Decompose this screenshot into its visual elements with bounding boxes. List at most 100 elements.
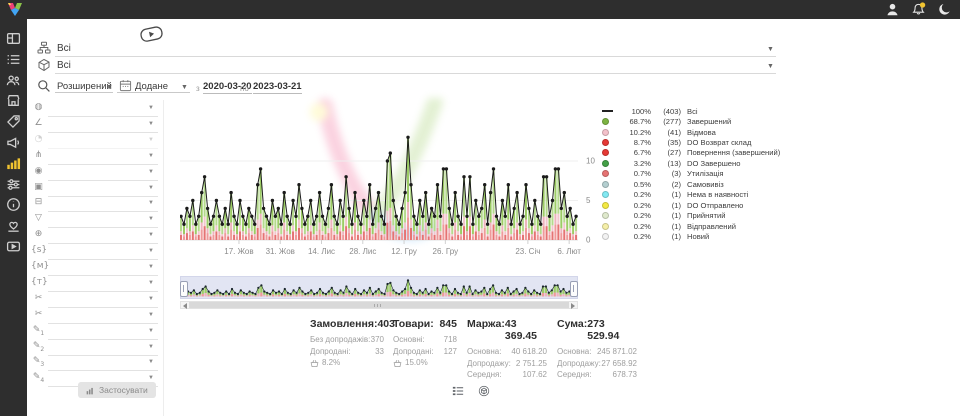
theme-moon-icon[interactable] (937, 2, 952, 17)
sidebar-item-dashboard[interactable] (6, 31, 21, 46)
statistics-icon (6, 156, 21, 171)
video-tutorial-icon[interactable] (137, 23, 167, 50)
apply-button[interactable]: Застосувати (78, 382, 156, 398)
stat-subline-label: Допродані: (310, 346, 351, 358)
legend-dot-swatch (602, 212, 609, 219)
chevron-down-icon: ▼ (148, 296, 154, 302)
stat-subline-value: 370 (371, 334, 384, 346)
filter-select-clock[interactable]: ▼ (48, 135, 158, 149)
chevron-down-icon[interactable]: ▼ (181, 84, 188, 91)
chevron-down-icon[interactable]: ▼ (106, 84, 113, 91)
stat-value: 43 369.45 (505, 318, 547, 342)
sidebar-item-customers[interactable] (6, 73, 21, 88)
brand-logo[interactable] (7, 2, 23, 17)
legend-dot-swatch (602, 139, 609, 146)
legend-percent: 6.7% (618, 148, 651, 157)
legend-count: (27) (651, 148, 681, 157)
stat-subline-value: 2 751.25 (516, 358, 547, 370)
sidebar-item-marketing[interactable] (6, 135, 21, 150)
stat-subline-value: 245 871.02 (597, 346, 637, 358)
filter-select-pencil-3[interactable]: ▼ (48, 357, 158, 371)
legend-count: (13) (651, 159, 681, 168)
filter-select-funnel[interactable]: ▼ (48, 214, 158, 228)
legend-item-1[interactable]: 68.7% (277) Завершений (602, 116, 780, 126)
legend-item-3[interactable]: 8.7% (35) DO Возврат склад (602, 137, 780, 147)
main-chart[interactable]: 051017. Жов31. Жов14. Лис28. Лис12. Гру2… (180, 106, 600, 263)
chevron-down-icon[interactable]: ▼ (767, 46, 774, 53)
list-view-icon[interactable] (452, 384, 464, 396)
legend-item-6[interactable]: 0.7% (3) Утилізація (602, 169, 780, 179)
legend-label: DO Завершено (681, 159, 780, 168)
filter-status-value[interactable]: Всі (57, 43, 71, 54)
legend-percent: 3.2% (618, 159, 651, 168)
legend-count: (1) (651, 190, 681, 199)
navigator-right-handle[interactable] (570, 281, 578, 297)
legend-count: (1) (651, 222, 681, 231)
legend-item-4[interactable]: 6.7% (27) Повернення (завершений) (602, 148, 780, 158)
filter-select-cut2[interactable]: ▼ (48, 310, 158, 324)
filter-status-underline[interactable] (55, 56, 776, 57)
date-field-select[interactable]: Додане (135, 81, 168, 92)
user-avatar-icon[interactable] (885, 2, 900, 17)
stat-subline-label: Без допродажів: (310, 334, 370, 346)
date-to-input[interactable]: 2023-03-21 (253, 81, 302, 94)
sidebar-item-orders[interactable] (6, 52, 21, 67)
customers-icon (6, 73, 21, 88)
filter-select-money[interactable]: ▼ (48, 198, 158, 212)
legend-label: Відмова (681, 128, 780, 137)
legend-item-8[interactable]: 0.2% (1) Нема в наявності (602, 190, 780, 200)
sidebar-item-settings[interactable] (6, 177, 21, 192)
filter-select-globe[interactable]: ▼ (48, 103, 158, 117)
sidebar-item-info[interactable] (6, 197, 21, 212)
filter-select-code-s[interactable]: ▼ (48, 246, 158, 260)
filter-select-pencil-1[interactable]: ▼ (48, 326, 158, 340)
legend-item-2[interactable]: 10.2% (41) Відмова (602, 127, 780, 137)
legend-count: (2) (651, 180, 681, 189)
package-view-icon[interactable] (478, 384, 490, 396)
sidebar-item-statistics[interactable] (6, 156, 21, 171)
sidebar-item-store[interactable] (6, 93, 21, 108)
legend-item-11[interactable]: 0.2% (1) Відправлений (602, 221, 780, 231)
navigator-left-handle[interactable] (180, 281, 188, 297)
filter-select-cut[interactable]: ▼ (48, 294, 158, 308)
search-mode-select[interactable]: Розширений (57, 81, 112, 92)
search-icon[interactable] (37, 79, 51, 98)
filter-select-ruler[interactable]: ▼ (48, 119, 158, 133)
chevron-down-icon[interactable]: ▼ (767, 63, 774, 70)
sidebar-item-promotions[interactable] (6, 114, 21, 129)
legend-dot-swatch (602, 160, 609, 167)
filter-select-package[interactable]: ▼ (48, 183, 158, 197)
svg-text:28. Лис: 28. Лис (349, 247, 376, 256)
filter-product-underline[interactable] (55, 73, 776, 74)
chart-scrollbar[interactable] (180, 301, 578, 309)
stat-column-0: Замовлення:403Без допродажів:370Допродан… (310, 318, 384, 369)
scroll-right-arrow-icon[interactable] (571, 303, 575, 309)
sidebar-item-video[interactable] (6, 239, 21, 254)
legend-item-10[interactable]: 0.2% (1) Прийнятий (602, 210, 780, 220)
filter-select-pencil-2[interactable]: ▼ (48, 342, 158, 356)
sidebar-item-support[interactable] (6, 218, 21, 233)
chevron-down-icon: ▼ (148, 137, 154, 143)
chart-navigator[interactable] (180, 276, 578, 299)
legend-item-5[interactable]: 3.2% (13) DO Завершено (602, 158, 780, 168)
legend-item-12[interactable]: 0.2% (1) Новий (602, 231, 780, 241)
legend-percent: 8.7% (618, 138, 651, 147)
cut2-icon: ✂ (31, 310, 46, 319)
legend-item-0[interactable]: 100% (403) Всі (602, 106, 780, 116)
legend-label: Новий (681, 232, 780, 241)
filter-select-web-globe[interactable]: ▼ (48, 230, 158, 244)
filter-select-split[interactable]: ▼ (48, 151, 158, 165)
legend-item-7[interactable]: 0.5% (2) Самовивіз (602, 179, 780, 189)
legend-item-9[interactable]: 0.2% (1) DO Отправлено (602, 200, 780, 210)
scrollbar-thumb[interactable] (189, 302, 569, 308)
stat-value: 845 (439, 318, 457, 330)
filter-select-fingerprint[interactable]: ▼ (48, 167, 158, 181)
scroll-left-arrow-icon[interactable] (183, 303, 187, 309)
svg-text:12. Гру: 12. Гру (391, 247, 417, 256)
filter-select-code-m[interactable]: ▼ (48, 262, 158, 276)
basket-icon (310, 359, 319, 368)
calendar-icon[interactable] (119, 79, 132, 97)
filter-select-code-t[interactable]: ▼ (48, 278, 158, 292)
filter-product-value[interactable]: Всі (57, 60, 71, 71)
notifications-bell-icon[interactable] (911, 2, 926, 17)
